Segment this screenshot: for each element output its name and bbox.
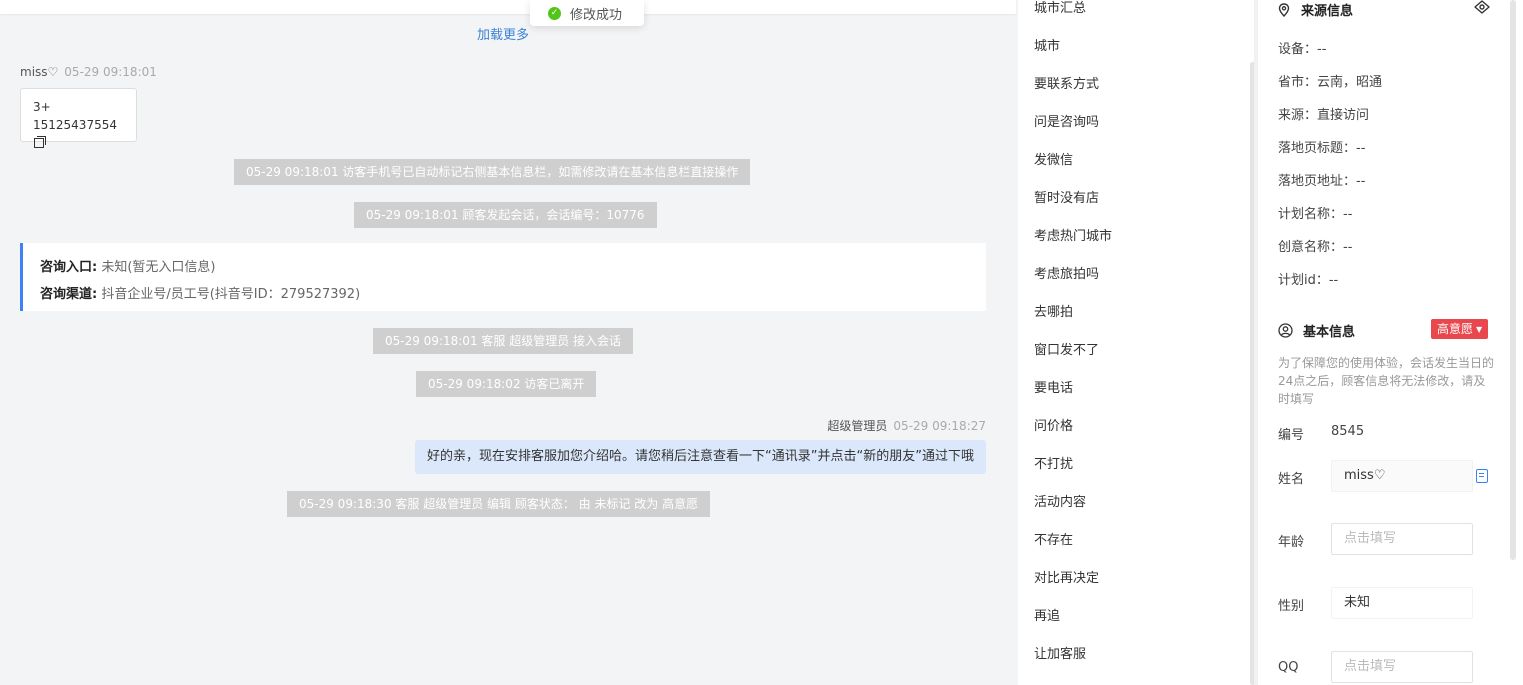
agent-message-time: 05-29 09:18:27 bbox=[893, 419, 986, 433]
source-device: 设备：-- bbox=[1278, 42, 1327, 57]
channel-value: 抖音企业号/员工号(抖音号ID：279527392) bbox=[101, 287, 361, 302]
consult-entry-card: 咨询入口: 未知(暂无入口信息) 咨询渠道: 抖音企业号/员工号(抖音号ID：2… bbox=[20, 243, 986, 311]
intent-status-label: 高意愿 bbox=[1437, 322, 1474, 336]
gender-field[interactable]: 未知 bbox=[1331, 587, 1473, 619]
qq-field[interactable]: 点击填写 bbox=[1331, 651, 1473, 683]
phrase-item[interactable]: 考虑热门城市 bbox=[1018, 228, 1112, 266]
qq-label: QQ bbox=[1278, 660, 1299, 675]
location-pin-icon bbox=[1278, 2, 1290, 17]
copy-icon[interactable] bbox=[34, 136, 46, 148]
phrase-item[interactable]: 问是咨询吗 bbox=[1018, 114, 1099, 152]
entry-value: 未知(暂无入口信息) bbox=[101, 260, 216, 275]
source-landing-url: 落地页地址：-- bbox=[1278, 174, 1366, 189]
phrase-item[interactable]: 不打扰 bbox=[1018, 456, 1073, 494]
check-icon: ✓ bbox=[548, 6, 561, 20]
name-field[interactable]: miss♡ bbox=[1331, 460, 1473, 492]
gender-label: 性别 bbox=[1278, 599, 1305, 614]
visitor-message-line1: 3+ bbox=[33, 100, 51, 114]
visitor-message-header: miss♡ 05-29 09:18:01 bbox=[20, 65, 157, 79]
phrase-item[interactable]: 暂时没有店 bbox=[1018, 190, 1099, 228]
toast-text: 修改成功 bbox=[570, 7, 623, 23]
phrase-item[interactable]: 考虑旅拍吗 bbox=[1018, 266, 1099, 304]
source-info-label: 来源信息 bbox=[1301, 4, 1354, 19]
source-landing-title: 落地页标题：-- bbox=[1278, 141, 1366, 156]
phrase-item[interactable]: 要联系方式 bbox=[1018, 76, 1099, 114]
phrase-item[interactable]: 活动内容 bbox=[1018, 494, 1086, 532]
source-from: 来源：直接访问 bbox=[1278, 108, 1370, 123]
load-more-link[interactable]: 加载更多 bbox=[0, 24, 1006, 43]
source-province: 省市：云南，昭通 bbox=[1278, 75, 1383, 90]
quick-phrase-list: 城市汇总 城市 要联系方式 问是咨询吗 发微信 暂时没有店 考虑热门城市 考虑旅… bbox=[1018, 0, 1254, 685]
phrase-item[interactable]: 发微信 bbox=[1018, 152, 1073, 190]
phrase-item[interactable]: 城市汇总 bbox=[1018, 0, 1086, 38]
age-label: 年龄 bbox=[1278, 535, 1305, 550]
system-message: 05-29 09:18:02 访客已离开 bbox=[416, 371, 597, 397]
success-toast: ✓ 修改成功 bbox=[530, 0, 644, 26]
caret-down-icon: ▼ bbox=[1476, 325, 1483, 334]
number-label: 编号 bbox=[1278, 428, 1305, 443]
chat-area: ✓ 修改成功 加载更多 miss♡ 05-29 09:18:01 3+ 15125… bbox=[0, 0, 1018, 685]
basic-info-label: 基本信息 bbox=[1303, 325, 1356, 340]
source-plan-name: 计划名称：-- bbox=[1278, 207, 1353, 222]
system-message: 05-29 09:18:01 顾客发起会话，会话编号：10776 bbox=[354, 202, 657, 228]
phrase-item[interactable]: 去哪拍 bbox=[1018, 304, 1073, 342]
copy-icon[interactable] bbox=[1476, 469, 1488, 483]
phrase-item[interactable]: 对比再决定 bbox=[1018, 570, 1099, 608]
visitor-message-time: 05-29 09:18:01 bbox=[64, 65, 157, 79]
name-label: 姓名 bbox=[1278, 472, 1305, 487]
user-circle-icon bbox=[1278, 323, 1293, 338]
channel-label: 咨询渠道: bbox=[40, 287, 98, 302]
age-field[interactable]: 点击填写 bbox=[1331, 523, 1473, 555]
phrase-item[interactable]: 城市 bbox=[1018, 38, 1060, 76]
agent-name: 超级管理员 bbox=[827, 419, 888, 433]
system-message: 05-29 09:18:30 客服 超级管理员 编辑 顾客状态： 由 未标记 改… bbox=[287, 491, 711, 517]
visitor-phone: 15125437554 bbox=[33, 118, 117, 132]
customer-info-panel: 来源信息 设备：-- 省市：云南，昭通 来源：直接访问 落地页标题：-- 落地页… bbox=[1258, 0, 1523, 685]
source-creative-name: 创意名称：-- bbox=[1278, 240, 1353, 255]
phrase-item[interactable]: 让加客服 bbox=[1018, 646, 1086, 684]
agent-message-bubble: 好的亲，现在安排客服加您介绍哈。请您稍后注意查看一下“通讯录”并点击“新的朋友”… bbox=[415, 440, 986, 474]
source-plan-id: 计划id：-- bbox=[1278, 273, 1339, 288]
edit-notice: 为了保障您的使用体验，会话发生当日的24点之后，顾客信息将无法修改，请及时填写 bbox=[1278, 356, 1495, 406]
phrase-item[interactable]: 窗口发不了 bbox=[1018, 342, 1099, 380]
system-message: 05-29 09:18:01 客服 超级管理员 接入会话 bbox=[373, 328, 634, 354]
phrase-item[interactable]: 问价格 bbox=[1018, 418, 1073, 456]
panel-scrollbar[interactable] bbox=[1510, 0, 1516, 560]
basic-info-title: 基本信息 bbox=[1278, 321, 1355, 340]
phrase-item[interactable]: 要电话 bbox=[1018, 380, 1073, 418]
number-value: 8545 bbox=[1331, 424, 1365, 439]
agent-message-header: 超级管理员 05-29 09:18:27 bbox=[827, 417, 986, 434]
visitor-message-bubble: 3+ 15125437554 bbox=[20, 88, 137, 148]
intent-status-dropdown[interactable]: 高意愿 ▼ bbox=[1431, 319, 1489, 339]
phrase-item[interactable]: 再追 bbox=[1018, 608, 1060, 646]
phrase-item[interactable]: 不存在 bbox=[1018, 532, 1073, 570]
visitor-name: miss♡ bbox=[20, 65, 59, 79]
chat-header-strip bbox=[0, 0, 1016, 14]
entry-label: 咨询入口: bbox=[40, 260, 98, 275]
source-info-title: 来源信息 bbox=[1278, 0, 1353, 19]
system-message: 05-29 09:18:01 访客手机号已自动标记右侧基本信息栏，如需修改请在基… bbox=[234, 159, 751, 185]
eye-icon[interactable] bbox=[1474, 0, 1490, 14]
